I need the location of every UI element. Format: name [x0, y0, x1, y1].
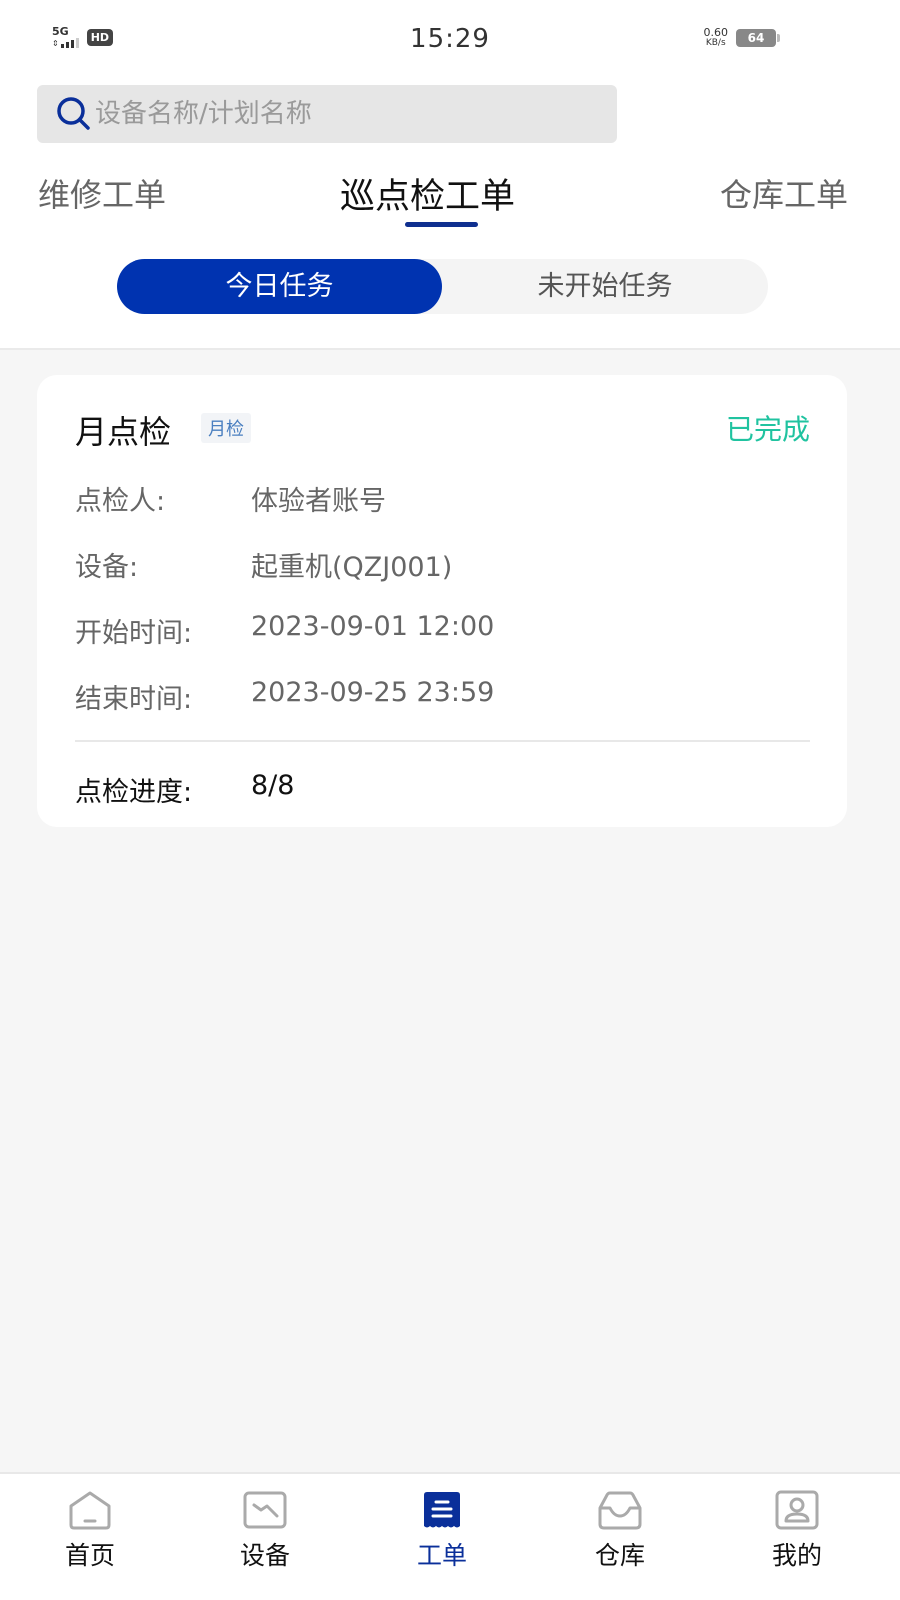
progress-value: 8/8 [251, 770, 295, 801]
status-badge: 已完成 [725, 413, 810, 446]
nav-home[interactable]: 首页 [30, 1490, 150, 1572]
search-input[interactable] [95, 99, 555, 129]
field-label: 结束时间: [75, 684, 193, 715]
field-progress: 点检进度: 8/8 [75, 770, 294, 809]
field-label: 设备: [75, 552, 139, 583]
profile-icon [775, 1490, 819, 1530]
field-start-time: 开始时间: 2023-09-01 12:00 [75, 611, 494, 650]
segment-today-tasks[interactable]: 今日任务 [117, 259, 442, 314]
tab-inspection-orders[interactable]: 巡点检工单 [340, 168, 515, 219]
chart-icon [243, 1491, 287, 1529]
status-right: 0.60 KB/s 64 [703, 26, 780, 48]
field-label: 点检人: [75, 486, 166, 517]
search-bar[interactable] [37, 85, 617, 143]
home-icon [69, 1491, 111, 1530]
card-title: 月点检 [75, 413, 172, 451]
nav-profile[interactable]: 我的 [737, 1490, 857, 1572]
field-end-time: 结束时间: 2023-09-25 23:59 [75, 677, 494, 716]
top-tabs: 维修工单 巡点检工单 仓库工单 [0, 170, 900, 230]
field-label: 开始时间: [75, 618, 193, 649]
header: 5G ⇕ HD 15:29 0.60 KB/s 64 维修工单 巡点检工单 [0, 0, 900, 350]
search-icon [57, 97, 90, 130]
field-value: 2023-09-01 12:00 [251, 611, 495, 642]
task-segment-control: 今日任务 未开始任务 [117, 259, 768, 314]
nav-equipment[interactable]: 设备 [205, 1490, 325, 1572]
nav-work-orders[interactable]: 工单 [382, 1490, 502, 1572]
segment-not-started-tasks[interactable]: 未开始任务 [442, 259, 768, 314]
field-label: 点检进度: [75, 777, 193, 808]
tab-repair-orders[interactable]: 维修工单 [38, 170, 166, 216]
receipt-icon [424, 1492, 460, 1528]
network-speed: 0.60 KB/s [703, 26, 729, 48]
tab-warehouse-orders[interactable]: 仓库工单 [720, 170, 848, 216]
nav-label: 设备 [239, 1541, 290, 1570]
card-tag: 月检 [201, 413, 251, 443]
nav-warehouse[interactable]: 仓库 [560, 1490, 680, 1572]
card-divider [75, 740, 810, 742]
field-value: 体验者账号 [251, 486, 386, 517]
nav-label: 工单 [416, 1541, 467, 1570]
field-equipment: 设备: 起重机(QZJ001) [75, 545, 452, 584]
nav-label: 我的 [771, 1541, 822, 1570]
status-bar: 5G ⇕ HD 15:29 0.60 KB/s 64 [0, 0, 900, 80]
active-tab-indicator [405, 222, 478, 227]
field-value: 2023-09-25 23:59 [251, 677, 495, 708]
inbox-icon [598, 1491, 642, 1530]
nav-label: 首页 [64, 1541, 115, 1570]
bottom-nav: 首页 设备 工单 仓库 我的 [0, 1472, 900, 1600]
work-order-card[interactable]: 月点检 月检 已完成 点检人: 体验者账号 设备: 起重机(QZJ001) 开始… [37, 375, 847, 827]
battery-icon: 64 [736, 29, 780, 47]
field-inspector: 点检人: 体验者账号 [75, 479, 386, 518]
nav-label: 仓库 [594, 1541, 645, 1570]
field-value: 起重机(QZJ001) [251, 552, 453, 583]
